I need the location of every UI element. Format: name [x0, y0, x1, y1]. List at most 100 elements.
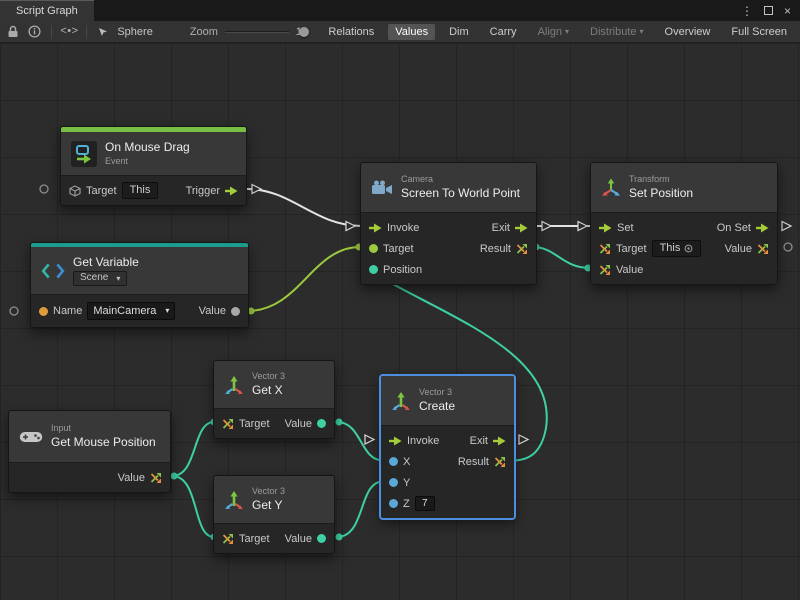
lock-icon[interactable] [6, 25, 20, 38]
port-label: Exit [492, 222, 510, 234]
overview-button[interactable]: Overview [658, 24, 718, 40]
port-set[interactable]: Set [599, 222, 634, 234]
node-get-mouse-position[interactable]: Input Get Mouse Position Value [8, 410, 171, 493]
node-header[interactable]: Vector 3 Get Y [214, 476, 334, 524]
port-z[interactable]: Z [389, 496, 435, 511]
port-label: Target [383, 243, 414, 255]
node-create-vector3[interactable]: Vector 3 Create Invoke Exit X [380, 375, 515, 519]
node-title: Get Variable [73, 255, 139, 270]
variable-icon [41, 259, 65, 283]
node-set-position[interactable]: Transform Set Position Set On Set [590, 162, 778, 285]
dim-button[interactable]: Dim [442, 24, 476, 40]
graph-pointer-icon [96, 26, 110, 38]
vector3-port-icon [150, 472, 162, 484]
node-get-x[interactable]: Vector 3 Get X Target Value [213, 360, 335, 439]
align-button[interactable]: Align▾ [531, 24, 576, 40]
maximize-icon[interactable] [764, 6, 773, 15]
port-label: Target [86, 185, 117, 197]
port-value[interactable]: Value [285, 533, 326, 545]
float-port-dot [389, 499, 398, 508]
vector3-icon [224, 375, 244, 395]
node-header[interactable]: Get Variable Scene ▾ [31, 247, 248, 295]
port-position[interactable]: Position [369, 264, 422, 276]
zoom-slider-handle[interactable] [299, 27, 309, 37]
port-label: Exit [470, 435, 488, 447]
target-self-pill[interactable]: This [122, 182, 159, 199]
node-get-variable[interactable]: Get Variable Scene ▾ Name MainCamera ▾ [30, 242, 249, 328]
mouse-drag-event-icon [71, 141, 97, 167]
relations-button[interactable]: Relations [321, 24, 381, 40]
port-on-set[interactable]: On Set [717, 222, 769, 234]
carry-button[interactable]: Carry [483, 24, 524, 40]
tab-title: Script Graph [16, 5, 78, 17]
port-label: Trigger [186, 185, 220, 197]
caret-down-icon: ▾ [640, 28, 644, 36]
float-port-dot [389, 457, 398, 466]
port-target[interactable]: Target This [69, 182, 158, 199]
port-value-in[interactable]: Value [599, 264, 643, 276]
port-value[interactable]: Value [199, 305, 240, 317]
node-category: Camera [401, 174, 520, 185]
vector-port-dot [369, 265, 378, 274]
node-header[interactable]: Vector 3 Get X [214, 361, 334, 409]
node-header[interactable]: On Mouse Drag Event [61, 132, 246, 176]
graph-owner-label[interactable]: Sphere [117, 26, 152, 38]
node-header[interactable]: Vector 3 Create [381, 376, 514, 426]
port-target[interactable]: Target [222, 418, 270, 430]
port-transform-target[interactable]: Target This [599, 240, 701, 257]
transform-icon [601, 178, 621, 198]
pill-label: This [660, 242, 681, 255]
button-label: Distribute [590, 26, 636, 38]
port-exit[interactable]: Exit [470, 435, 506, 447]
flow-arrow-icon [225, 186, 238, 196]
flow-arrow-icon [515, 223, 528, 233]
port-label: Y [403, 477, 410, 489]
port-value[interactable]: Value [285, 418, 326, 430]
port-name[interactable]: Name MainCamera ▾ [39, 302, 175, 320]
port-label: Value [725, 243, 752, 255]
z-value-input[interactable] [415, 496, 435, 511]
kebab-menu-icon[interactable]: ⋮ [741, 5, 753, 17]
value-port-dot [231, 307, 240, 316]
button-label: Dim [449, 26, 469, 38]
port-label: Value [616, 264, 643, 276]
port-camera-target[interactable]: Target [369, 243, 414, 255]
port-result[interactable]: Result [480, 243, 528, 255]
button-label: Full Screen [731, 26, 787, 38]
port-result[interactable]: Result [458, 456, 506, 468]
code-view-icon[interactable]: <•> [62, 26, 76, 38]
port-target[interactable]: Target [222, 533, 270, 545]
flow-arrow-icon [493, 436, 506, 446]
node-screen-to-world-point[interactable]: Camera Screen To World Point Invoke Exit… [360, 162, 537, 285]
vector3-icon [391, 391, 411, 411]
node-on-mouse-drag[interactable]: On Mouse Drag Event Target This Trigger [60, 126, 247, 206]
fullscreen-button[interactable]: Full Screen [724, 24, 794, 40]
port-label: Target [239, 418, 270, 430]
distribute-button[interactable]: Distribute ▾ [583, 24, 650, 40]
info-icon[interactable] [27, 25, 41, 38]
port-y[interactable]: Y [389, 477, 410, 489]
unity-script-graph-window: Script Graph ⋮ × <•> Sphere Zoom 1x Rela… [0, 0, 800, 600]
port-value[interactable]: Value [118, 472, 162, 484]
variable-scope-dropdown[interactable]: Scene ▾ [73, 271, 127, 286]
close-icon[interactable]: × [784, 5, 791, 17]
node-header[interactable]: Camera Screen To World Point [361, 163, 536, 213]
port-invoke[interactable]: Invoke [389, 435, 439, 447]
zoom-slider[interactable] [225, 26, 289, 38]
vector3-port-icon [599, 264, 611, 276]
node-header[interactable]: Input Get Mouse Position [9, 411, 170, 463]
target-self-pill[interactable]: This [652, 240, 702, 257]
port-x[interactable]: X [389, 456, 410, 468]
port-invoke[interactable]: Invoke [369, 222, 419, 234]
port-exit[interactable]: Exit [492, 222, 528, 234]
node-get-y[interactable]: Vector 3 Get Y Target Value [213, 475, 335, 554]
port-value-out[interactable]: Value [725, 243, 769, 255]
tab-script-graph[interactable]: Script Graph [0, 0, 94, 21]
node-header[interactable]: Transform Set Position [591, 163, 777, 213]
node-category: Input [51, 423, 156, 434]
values-button[interactable]: Values [388, 24, 435, 40]
flow-arrow-icon [756, 223, 769, 233]
caret-down-icon: ▾ [565, 28, 569, 36]
variable-name-dropdown[interactable]: MainCamera ▾ [87, 302, 175, 320]
port-trigger[interactable]: Trigger [186, 185, 238, 197]
